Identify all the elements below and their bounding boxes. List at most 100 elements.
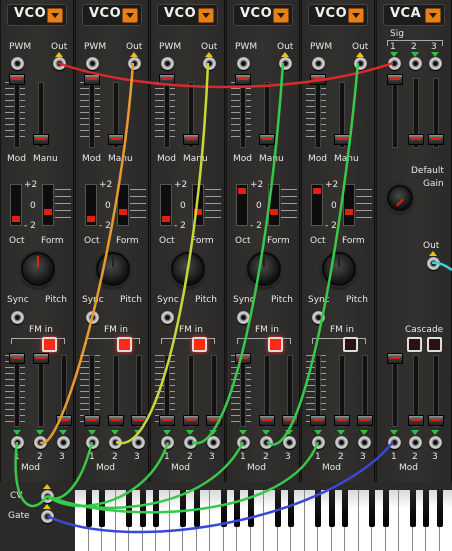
fm-slider-2-handle[interactable] xyxy=(183,415,199,426)
pitch-knob[interactable] xyxy=(322,252,356,286)
mod-slider-handle[interactable] xyxy=(84,74,100,85)
out-jack[interactable] xyxy=(279,57,292,70)
module-menu-button[interactable] xyxy=(198,8,214,23)
pitch-knob[interactable] xyxy=(96,252,130,286)
black-key[interactable] xyxy=(220,490,227,527)
mod-slider-handle[interactable] xyxy=(159,74,175,85)
cascade-button-1[interactable] xyxy=(407,337,422,352)
out-jack[interactable] xyxy=(128,57,141,70)
fm-slider-2-handle[interactable] xyxy=(108,415,124,426)
fm-slider-3-handle[interactable] xyxy=(131,415,147,426)
sync-jack[interactable] xyxy=(237,311,250,324)
form-switch[interactable] xyxy=(343,184,355,226)
mod-slider-3-handle[interactable] xyxy=(428,415,444,426)
mod-jack-3[interactable] xyxy=(57,436,70,449)
sig-jack-1[interactable] xyxy=(388,57,401,70)
manu-slider-handle[interactable] xyxy=(183,134,199,145)
module-menu-button[interactable] xyxy=(425,8,441,23)
black-key[interactable] xyxy=(342,490,348,527)
pitch-knob[interactable] xyxy=(247,252,281,286)
cv-jack[interactable] xyxy=(41,490,54,503)
sync-jack[interactable] xyxy=(86,311,99,324)
pwm-input-jack[interactable] xyxy=(11,57,24,70)
manu-slider-handle[interactable] xyxy=(334,134,350,145)
fm-button[interactable] xyxy=(42,337,57,352)
mod-slider-handle[interactable] xyxy=(235,74,251,85)
gain-knob[interactable] xyxy=(387,185,413,211)
out-jack[interactable] xyxy=(427,257,440,270)
mod-jack-2[interactable] xyxy=(34,436,47,449)
fm-button[interactable] xyxy=(192,337,207,352)
oct-switch[interactable] xyxy=(160,184,172,226)
black-key[interactable] xyxy=(85,490,92,527)
black-key[interactable] xyxy=(315,490,321,527)
fm-slider-3-handle[interactable] xyxy=(357,415,373,426)
fm-button[interactable] xyxy=(343,337,358,352)
black-key[interactable] xyxy=(409,490,416,527)
black-key[interactable] xyxy=(193,490,200,527)
pitch-knob[interactable] xyxy=(21,252,55,286)
fm-slider-2-handle[interactable] xyxy=(334,415,350,426)
mod-slider-handle[interactable] xyxy=(9,74,25,85)
sig-jack-3[interactable] xyxy=(429,57,442,70)
module-menu-button[interactable] xyxy=(273,8,289,23)
fm-slider-1-handle[interactable] xyxy=(9,353,25,364)
fm-slider-1-handle[interactable] xyxy=(310,415,326,426)
sync-jack[interactable] xyxy=(312,311,325,324)
mod-slider-2-handle[interactable] xyxy=(408,415,424,426)
sync-jack[interactable] xyxy=(11,311,24,324)
black-key[interactable] xyxy=(423,490,429,527)
fm-slider-3-handle[interactable] xyxy=(282,415,298,426)
black-key[interactable] xyxy=(382,490,389,527)
sig-slider-3-handle[interactable] xyxy=(428,134,444,145)
sig-jack-2[interactable] xyxy=(409,57,422,70)
mod-jack-3[interactable] xyxy=(429,436,442,449)
piano-keyboard[interactable] xyxy=(75,490,452,551)
oct-switch[interactable] xyxy=(311,184,323,226)
mod-jack-2[interactable] xyxy=(260,436,273,449)
out-jack[interactable] xyxy=(203,57,216,70)
out-jack[interactable] xyxy=(53,57,66,70)
form-switch[interactable] xyxy=(192,184,204,226)
fm-button[interactable] xyxy=(268,337,283,352)
black-key[interactable] xyxy=(288,490,294,527)
pwm-input-jack[interactable] xyxy=(237,57,250,70)
oct-switch[interactable] xyxy=(236,184,248,226)
module-menu-button[interactable] xyxy=(348,8,364,23)
mod-jack-2[interactable] xyxy=(409,436,422,449)
fm-slider-3-handle[interactable] xyxy=(206,415,222,426)
sig-slider-2-handle[interactable] xyxy=(408,134,424,145)
fm-slider-3-handle[interactable] xyxy=(56,415,72,426)
module-menu-button[interactable] xyxy=(47,8,63,23)
oct-switch[interactable] xyxy=(85,184,97,226)
sig-slider-1-handle[interactable] xyxy=(387,74,403,85)
mod-jack-1[interactable] xyxy=(312,436,325,449)
pwm-input-jack[interactable] xyxy=(86,57,99,70)
out-jack[interactable] xyxy=(354,57,367,70)
mod-jack-2[interactable] xyxy=(335,436,348,449)
black-key[interactable] xyxy=(369,490,375,527)
form-switch[interactable] xyxy=(268,184,280,226)
form-switch[interactable] xyxy=(117,184,129,226)
black-key[interactable] xyxy=(436,490,443,527)
pwm-input-jack[interactable] xyxy=(161,57,174,70)
fm-slider-2-handle[interactable] xyxy=(33,353,49,364)
black-key[interactable] xyxy=(328,490,335,527)
black-key[interactable] xyxy=(126,490,132,527)
black-key[interactable] xyxy=(274,490,281,527)
mod-jack-1[interactable] xyxy=(11,436,24,449)
mod-jack-3[interactable] xyxy=(207,436,220,449)
mod-jack-3[interactable] xyxy=(132,436,145,449)
pitch-knob[interactable] xyxy=(171,252,205,286)
pwm-input-jack[interactable] xyxy=(312,57,325,70)
black-key[interactable] xyxy=(153,490,159,527)
form-switch[interactable] xyxy=(42,184,54,226)
mod-jack-1[interactable] xyxy=(86,436,99,449)
black-key[interactable] xyxy=(99,490,105,527)
black-key[interactable] xyxy=(139,490,146,527)
mod-jack-3[interactable] xyxy=(283,436,296,449)
mod-jack-3[interactable] xyxy=(358,436,371,449)
manu-slider-handle[interactable] xyxy=(108,134,124,145)
gate-jack[interactable] xyxy=(41,510,54,523)
black-key[interactable] xyxy=(234,490,240,527)
